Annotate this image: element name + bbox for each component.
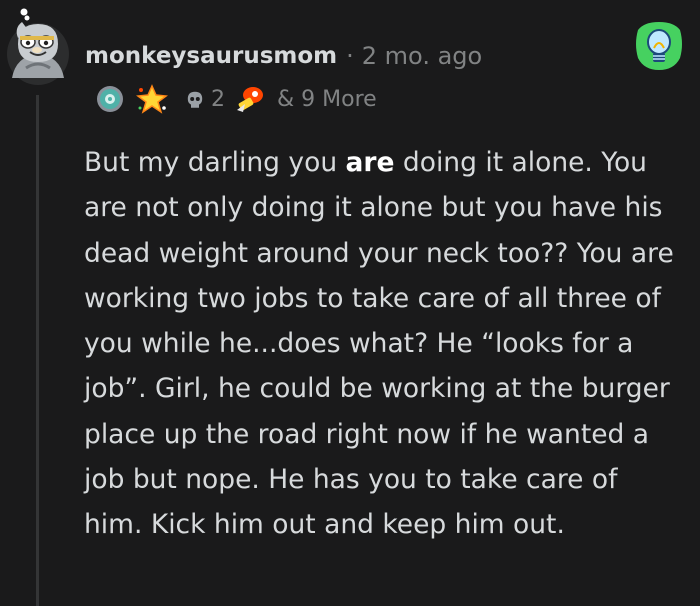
lightbulb-icon: [636, 22, 682, 70]
more-awards-link[interactable]: & 9 More: [277, 87, 377, 112]
user-flair[interactable]: [634, 18, 684, 74]
starstruck-award-icon: [136, 84, 168, 114]
awards-row[interactable]: 2 & 9 More: [95, 82, 377, 116]
award-count: 2: [211, 86, 225, 112]
avatar[interactable]: [6, 8, 70, 86]
avatar-image: [7, 8, 69, 85]
thread-line[interactable]: [36, 95, 39, 606]
comment-body: But my darling you are doing it alone. Y…: [84, 140, 680, 548]
comment-text-part: But my darling you: [84, 147, 346, 178]
meta-separator: ·: [346, 42, 354, 70]
username-link[interactable]: monkeysaurusmom: [85, 43, 337, 69]
skull-award-icon: [187, 91, 203, 108]
comment-header: monkeysaurusmom · 2 mo. ago: [85, 38, 482, 74]
rocket-award-icon: [237, 87, 263, 112]
comment-text-part: doing it alone. You are not only doing i…: [84, 147, 674, 541]
silver-cog-award-icon: [97, 86, 123, 112]
comment-timestamp[interactable]: 2 mo. ago: [362, 42, 482, 70]
comment-bold-text: are: [345, 147, 395, 178]
